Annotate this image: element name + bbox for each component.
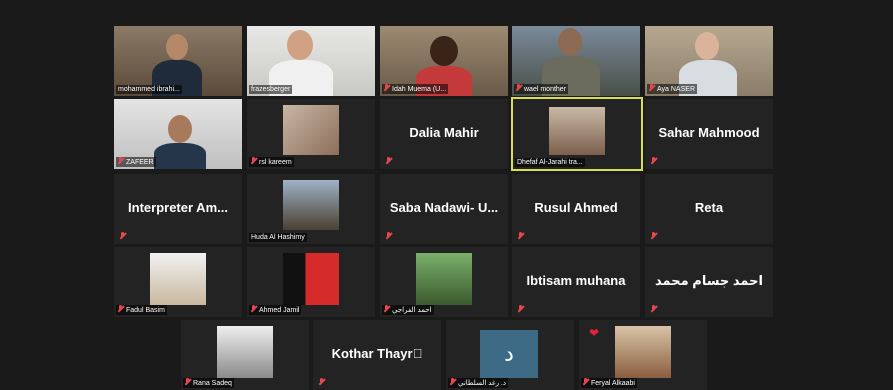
video-tile[interactable]: ZAFEER: [114, 99, 242, 169]
mic-muted-icon: [185, 378, 191, 386]
mic-muted-icon: [384, 84, 390, 92]
video-tile[interactable]: Aya NASER: [645, 26, 773, 96]
mic-muted-icon: [651, 232, 657, 240]
participant-name: Ibtisam muhana: [526, 273, 626, 288]
video-tile[interactable]: frazesberger: [247, 26, 375, 96]
video-tile[interactable]: Rusul Ahmed: [512, 174, 640, 244]
profile-picture: [283, 105, 339, 155]
participant-name: mohammed ibrahi...: [116, 85, 182, 94]
participant-name: ZAFEER: [116, 157, 156, 167]
participant-name: Ahmed Jamil: [249, 305, 302, 315]
participant-name: frazesberger: [249, 85, 293, 94]
video-tile[interactable]: احمد الفراجي: [380, 247, 508, 317]
mic-muted-icon: [649, 84, 655, 92]
participant-name: احمد جسام محمد: [655, 273, 763, 288]
heart-reaction-icon: ❤: [589, 326, 600, 340]
participant-name: احمد الفراجي: [382, 305, 434, 315]
participant-name: Idah Muema (U...: [382, 84, 449, 94]
profile-picture: [283, 253, 339, 305]
mic-muted-icon: [118, 157, 124, 165]
participant-name: Rusul Ahmed: [534, 200, 618, 215]
participant-name: Sahar Mahmood: [658, 125, 760, 140]
video-tile[interactable]: Reta: [645, 174, 773, 244]
participant-name: wael monther: [514, 84, 569, 94]
mic-muted-icon: [384, 305, 390, 313]
mic-muted-icon: [120, 232, 126, 240]
video-tile[interactable]: Rana Sadeq: [181, 320, 309, 390]
profile-picture: [549, 107, 605, 155]
video-tile[interactable]: Idah Muema (U...: [380, 26, 508, 96]
participant-name: Rana Sadeq: [183, 378, 234, 388]
participant-name: Fadul Basim: [116, 305, 167, 315]
avatar: د: [480, 330, 538, 378]
video-tile[interactable]: Fadul Basim: [114, 247, 242, 317]
video-tile[interactable]: Ibtisam muhana: [512, 247, 640, 317]
participant-name: Saba Nadawi- U...: [389, 200, 499, 215]
mic-muted-icon: [118, 305, 124, 313]
video-tile[interactable]: mohammed ibrahi...: [114, 26, 242, 96]
video-tile[interactable]: Sahar Mahmood: [645, 99, 773, 169]
participant-name: Reta: [694, 200, 724, 215]
participant-name: Huda Al Hashimy: [249, 233, 307, 242]
video-tile[interactable]: Dalia Mahir: [380, 99, 508, 169]
active-speaker-tile[interactable]: Dhefaf Al-Jarahi tra...: [511, 97, 643, 171]
mic-muted-icon: [251, 157, 257, 165]
video-tile[interactable]: Kothar Thayr : [313, 320, 441, 390]
mic-muted-icon: [518, 232, 524, 240]
mic-muted-icon: [583, 378, 589, 386]
participant-name: rsl kareem: [249, 157, 294, 167]
video-tile[interactable]: rsl kareem: [247, 99, 375, 169]
video-tile[interactable]: wael monther: [512, 26, 640, 96]
video-tile[interactable]: Saba Nadawi- U...: [380, 174, 508, 244]
mic-muted-icon: [386, 157, 392, 165]
profile-picture: [283, 180, 339, 230]
video-tile[interactable]: Huda Al Hashimy: [247, 174, 375, 244]
participant-name: د. رغد السلطاني: [448, 378, 508, 388]
participant-name: Dhefaf Al-Jarahi tra...: [515, 158, 585, 167]
profile-picture: [416, 253, 472, 305]
profile-picture: [150, 253, 206, 305]
video-tile[interactable]: Interpreter Am...: [114, 174, 242, 244]
mic-muted-icon: [450, 378, 456, 386]
participant-name: Interpreter Am...: [128, 200, 228, 215]
participant-name: Aya NASER: [647, 84, 697, 94]
participant-name: Dalia Mahir: [409, 125, 479, 140]
participant-name: Feryal Alkaabi: [581, 378, 637, 388]
profile-picture: [217, 326, 273, 378]
video-tile[interactable]: د د. رغد السلطاني: [446, 320, 574, 390]
mic-muted-icon: [651, 305, 657, 313]
mic-muted-icon: [251, 305, 257, 313]
video-tile[interactable]: Ahmed Jamil: [247, 247, 375, 317]
participant-name: Kothar Thayr : [331, 346, 423, 361]
profile-picture: [615, 326, 671, 378]
mic-muted-icon: [319, 378, 325, 386]
mic-muted-icon: [651, 157, 657, 165]
video-tile[interactable]: احمد جسام محمد: [645, 247, 773, 317]
mic-muted-icon: [386, 232, 392, 240]
mic-muted-icon: [518, 305, 524, 313]
mic-muted-icon: [516, 84, 522, 92]
video-tile[interactable]: ❤ Feryal Alkaabi: [579, 320, 707, 390]
